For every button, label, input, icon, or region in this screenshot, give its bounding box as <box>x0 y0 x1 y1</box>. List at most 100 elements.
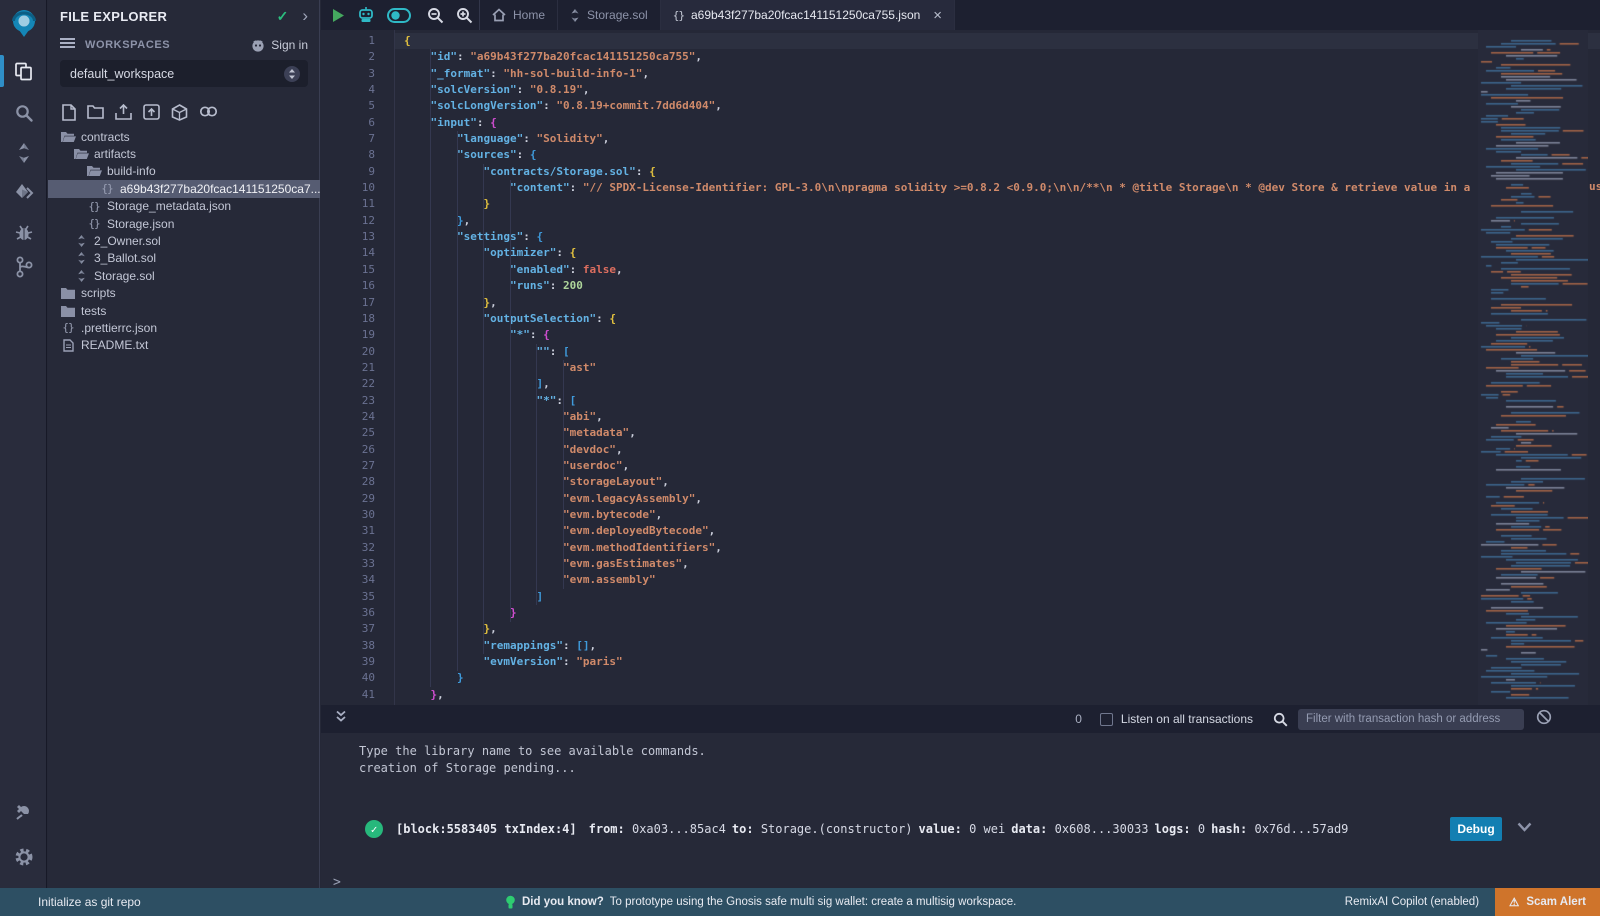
tree-item-contracts[interactable]: contracts <box>48 128 320 145</box>
folder-open-icon <box>73 148 89 160</box>
tab-home[interactable]: Home <box>480 0 558 30</box>
tree-item-3-ballot-sol[interactable]: 3_Ballot.sol <box>48 250 320 267</box>
tree-item-storage-sol[interactable]: Storage.sol <box>48 267 320 284</box>
line-number: 5 <box>321 98 375 114</box>
activity-bar <box>0 0 47 888</box>
panel-chevron-icon[interactable]: › <box>302 9 308 23</box>
code-line: }, <box>404 213 1470 229</box>
tree-item-artifacts[interactable]: artifacts <box>48 145 320 162</box>
line-number: 13 <box>321 229 375 245</box>
editor-area: Home Storage.sol {} a69b43f277ba20fcac14… <box>321 0 1600 888</box>
code-line: }, <box>404 621 1470 637</box>
upload-file-icon[interactable] <box>115 104 132 124</box>
tree-item-storage-json[interactable]: {}Storage.json <box>48 215 320 232</box>
line-number: 26 <box>321 442 375 458</box>
tab-build-info-json[interactable]: {} a69b43f277ba20fcac141151250ca755.json… <box>661 0 955 30</box>
settings-gear-icon[interactable] <box>0 840 47 874</box>
tree-item-build-info[interactable]: build-info <box>48 163 320 180</box>
code-line: "sources": { <box>404 147 1470 163</box>
code-line: "input": { <box>404 115 1470 131</box>
folder-icon <box>60 305 76 317</box>
tree-item-scripts[interactable]: scripts <box>48 285 320 302</box>
remixai-robot-icon[interactable] <box>357 6 375 24</box>
new-folder-icon[interactable] <box>87 104 104 124</box>
code-line: } <box>404 670 1470 686</box>
workspaces-label: WORKSPACES <box>85 39 250 51</box>
debugger-icon[interactable] <box>0 215 47 249</box>
clear-console-icon[interactable] <box>1536 709 1552 730</box>
code-line: "*": { <box>404 327 1470 343</box>
tab-storage-sol[interactable]: Storage.sol <box>558 0 661 30</box>
terminal-log: Type the library name to see available c… <box>359 743 706 777</box>
line-number: 16 <box>321 278 375 294</box>
minimap[interactable] <box>1478 30 1588 705</box>
github-sign-in-button[interactable]: Sign in <box>250 38 308 52</box>
close-tab-icon[interactable]: × <box>933 7 942 24</box>
upload-folder-icon[interactable] <box>143 104 160 124</box>
run-script-icon[interactable] <box>331 8 345 23</box>
link-icon[interactable] <box>199 104 218 124</box>
workspace-sort-icon[interactable] <box>284 66 300 82</box>
plugin-manager-icon[interactable] <box>0 795 47 829</box>
transaction-row[interactable]: ✓ [block:5583405 txIndex:4]from: 0xa03..… <box>321 811 1600 847</box>
code-line: "settings": { <box>404 229 1470 245</box>
line-number: 6 <box>321 115 375 131</box>
code-line: "remappings": [], <box>404 638 1470 654</box>
tree-item-tests[interactable]: tests <box>48 302 320 319</box>
github-icon <box>250 38 266 52</box>
zoom-in-icon[interactable] <box>456 7 473 24</box>
workspaces-menu-icon[interactable] <box>60 36 75 54</box>
ipfs-cube-icon[interactable] <box>171 104 188 124</box>
line-number: 11 <box>321 196 375 212</box>
folder-open-icon <box>86 165 102 177</box>
debug-button[interactable]: Debug <box>1450 817 1502 841</box>
tx-expand-icon[interactable] <box>1517 821 1532 835</box>
accept-check-icon[interactable]: ✓ <box>277 8 289 25</box>
json-icon: {} <box>86 200 102 213</box>
transaction-count-badge: 0 <box>1075 712 1082 726</box>
line-number: 31 <box>321 523 375 539</box>
listen-transactions-label: Listen on all transactions <box>1121 712 1253 726</box>
transaction-filter-input[interactable] <box>1298 709 1524 730</box>
tree-item-storage-metadata-json[interactable]: {}Storage_metadata.json <box>48 198 320 215</box>
home-icon <box>492 8 506 22</box>
tab-bar: Home Storage.sol {} a69b43f277ba20fcac14… <box>321 0 1600 30</box>
tree-item-2-owner-sol[interactable]: 2_Owner.sol <box>48 232 320 249</box>
git-icon[interactable] <box>0 250 47 284</box>
line-number: 23 <box>321 393 375 409</box>
line-number: 8 <box>321 147 375 163</box>
line-number: 41 <box>321 687 375 703</box>
terminal-log-line: Type the library name to see available c… <box>359 743 706 760</box>
line-number: 19 <box>321 327 375 343</box>
workspace-select[interactable]: default_workspace <box>60 60 308 87</box>
expand-terminal-icon[interactable] <box>335 710 347 728</box>
copilot-status[interactable]: RemixAI Copilot (enabled) <box>1345 896 1479 908</box>
line-number: 2 <box>321 49 375 65</box>
line-number: 1 <box>321 33 375 49</box>
code-line: }, <box>404 687 1470 703</box>
terminal-search-icon[interactable] <box>1273 712 1288 727</box>
tree-item--prettierrc-json[interactable]: {}.prettierrc.json <box>48 319 320 336</box>
terminal-body[interactable]: Type the library name to see available c… <box>321 733 1600 888</box>
deploy-and-run-icon[interactable] <box>0 176 47 210</box>
copilot-toggle[interactable] <box>387 8 411 23</box>
file-explorer-panel: FILE EXPLORER ✓ › WORKSPACES Sign in def… <box>48 0 320 888</box>
braces-icon: {} <box>673 9 684 22</box>
search-icon[interactable] <box>0 96 47 130</box>
code-editor[interactable]: 1234567891011121314151617181920212223242… <box>321 30 1600 705</box>
line-number: 21 <box>321 360 375 376</box>
listen-transactions-checkbox[interactable] <box>1100 713 1113 726</box>
zoom-out-icon[interactable] <box>427 7 444 24</box>
code-line: "outputSelection": { <box>404 311 1470 327</box>
tree-item-a69b43f277ba20fcac141151250ca7-[interactable]: {}a69b43f277ba20fcac141151250ca7... <box>48 180 320 197</box>
code-line: "solcLongVersion": "0.8.19+commit.7dd6d4… <box>404 98 1470 114</box>
line-number: 25 <box>321 425 375 441</box>
new-file-icon[interactable] <box>62 104 76 124</box>
git-init-button[interactable]: Initialize as git repo <box>38 895 141 909</box>
remix-logo-icon[interactable] <box>0 6 47 40</box>
scam-alert-button[interactable]: ⚠ Scam Alert <box>1495 888 1600 916</box>
tree-item-readme-txt[interactable]: README.txt <box>48 337 320 354</box>
file-explorer-icon[interactable] <box>0 54 47 88</box>
solidity-compiler-icon[interactable] <box>0 136 47 170</box>
sol-icon <box>73 252 89 264</box>
